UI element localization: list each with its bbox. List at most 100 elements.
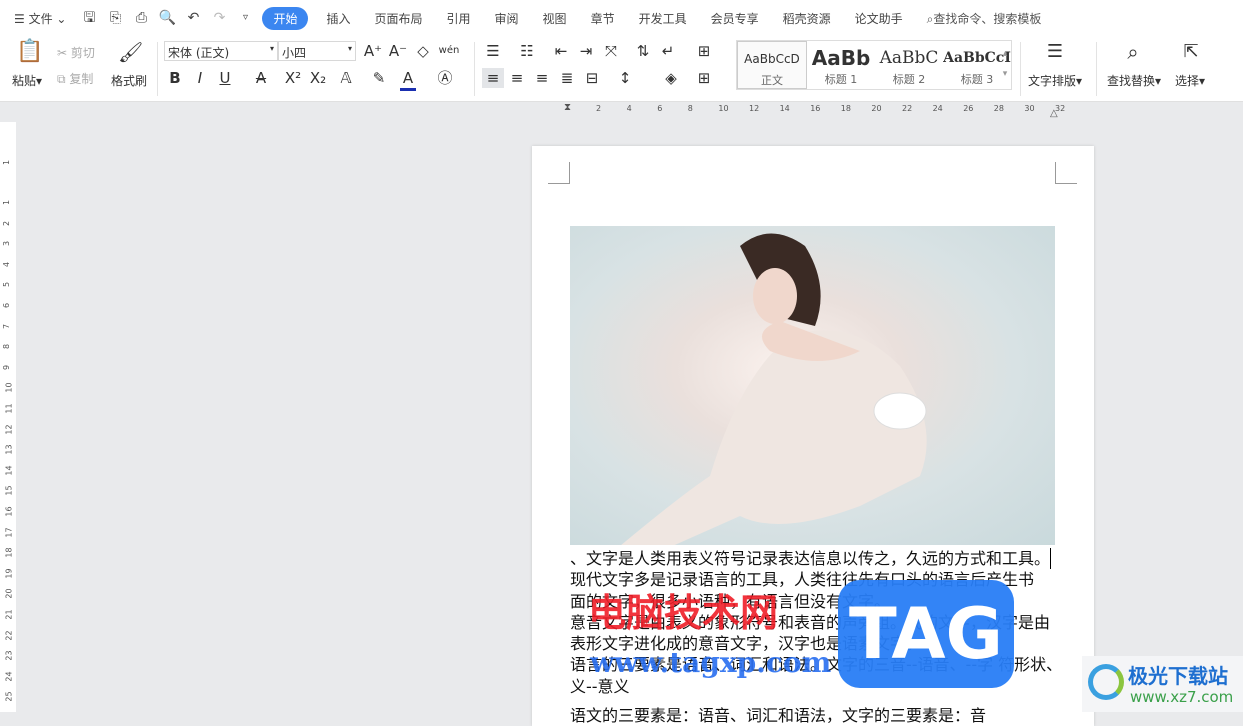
copy-button[interactable]: ⧉ 复制: [57, 70, 93, 87]
strikethrough-icon[interactable]: A: [250, 68, 272, 88]
ribbon: 📋 粘贴▾ ✂ 剪切 ⧉ 复制 🖌 格式刷 宋体 (正文) ▾ 小四 ▾ A⁺ A⁻…: [0, 36, 1243, 102]
divider: [157, 42, 158, 96]
justify-icon[interactable]: ≣: [556, 68, 578, 88]
tab-member[interactable]: 会员专享: [711, 10, 759, 27]
char-border-icon[interactable]: Ⓐ: [434, 68, 456, 88]
clear-format-icon[interactable]: ◇: [412, 41, 434, 61]
redo-icon[interactable]: ↷: [210, 9, 228, 27]
tabs-ruler-icon[interactable]: ⊞: [693, 41, 715, 61]
ruler-tick-label: 20: [871, 104, 882, 113]
divider: [1096, 42, 1097, 96]
ruler-tick-label: 6: [657, 104, 663, 113]
tab-page-layout[interactable]: 页面布局: [375, 10, 423, 27]
ruler-tick-label: 3: [2, 241, 12, 247]
text-effect-icon[interactable]: 𝔸: [335, 68, 357, 88]
font-select[interactable]: 宋体 (正文) ▾: [164, 41, 278, 61]
format-painter-icon[interactable]: 🖌: [118, 42, 143, 62]
highlight-icon[interactable]: ✎: [368, 68, 390, 88]
inserted-photo[interactable]: [570, 226, 1055, 545]
ruler-tick-label: 10: [718, 104, 729, 113]
distribute-icon[interactable]: ⊟: [581, 68, 603, 88]
shading-icon[interactable]: ◈: [660, 68, 682, 88]
ruler-tick-label: 5: [2, 282, 12, 288]
text-direction-icon[interactable]: ⤧: [600, 41, 622, 61]
command-search[interactable]: ⌕查找命令、搜索模板: [927, 10, 1042, 27]
tab-review[interactable]: 审阅: [495, 10, 519, 27]
tab-chapter[interactable]: 章节: [591, 10, 615, 27]
numbering-icon[interactable]: ☷: [516, 41, 538, 61]
ruler-tick-label: 25: [4, 691, 14, 702]
grow-font-icon[interactable]: A⁺: [362, 41, 384, 61]
style-normal[interactable]: AaBbCcD 正文: [737, 41, 807, 89]
cut-button[interactable]: ✂ 剪切: [57, 44, 95, 61]
find-replace-button[interactable]: 查找替换▾: [1107, 72, 1161, 89]
ruler-tick-label: 1: [2, 199, 12, 206]
select-button[interactable]: 选择▾: [1175, 72, 1205, 89]
superscript-icon[interactable]: X²: [282, 68, 304, 88]
tab-view[interactable]: 视图: [543, 10, 567, 27]
sort-icon[interactable]: ⇅: [632, 41, 654, 61]
paste-button[interactable]: 粘贴▾: [12, 72, 42, 89]
increase-indent-icon[interactable]: ⇥: [575, 41, 597, 61]
ruler-tick-label: 16: [4, 506, 14, 517]
decrease-indent-icon[interactable]: ⇤: [550, 41, 572, 61]
font-size-select[interactable]: 小四 ▾: [278, 41, 356, 61]
margin-corner: [1055, 162, 1077, 184]
watermark-tag-logo: TAG: [838, 580, 1014, 688]
paragraph-line: 、文字是人类用表义符号记录表达信息以传之，久远的方式和工具。: [570, 548, 1052, 570]
italic-icon[interactable]: I: [189, 68, 211, 88]
paste-icon[interactable]: 📋: [16, 41, 43, 63]
customize-icon[interactable]: ▿: [236, 9, 254, 27]
styles-scroll-icon[interactable]: ▴ ▾: [994, 44, 1016, 84]
ruler-tick-label: 24: [4, 671, 14, 682]
tab-insert[interactable]: 插入: [326, 10, 350, 27]
bullets-icon[interactable]: ☰: [482, 41, 504, 61]
underline-icon[interactable]: U: [214, 68, 236, 88]
margin-corner: [548, 162, 570, 184]
font-color-icon[interactable]: A: [400, 68, 416, 91]
ruler-tick-label: 20: [4, 588, 14, 599]
phonetic-guide-icon[interactable]: wén: [438, 41, 460, 61]
print-icon[interactable]: ⎙: [132, 9, 150, 27]
ruler-tick-label: 13: [4, 444, 14, 455]
line-spacing-icon[interactable]: ↕: [614, 68, 636, 88]
indent-marker-icon[interactable]: ⧗: [564, 102, 571, 113]
bold-icon[interactable]: B: [164, 68, 186, 88]
find-icon[interactable]: ⌕: [1122, 42, 1144, 62]
export-pdf-icon[interactable]: ⎘: [106, 9, 124, 27]
line-break-icon[interactable]: ↵: [657, 41, 679, 61]
tab-developer[interactable]: 开发工具: [639, 10, 687, 27]
tab-thesis[interactable]: 论文助手: [855, 10, 903, 27]
style-heading-2[interactable]: AaBbC 标题 2: [875, 41, 943, 89]
file-menu[interactable]: ☰ 文件 ⌄: [14, 10, 66, 27]
align-left-icon[interactable]: ≡: [482, 68, 504, 88]
site-logo-url: www.xz7.com: [1130, 688, 1234, 706]
tab-start[interactable]: 开始: [262, 6, 309, 30]
undo-icon[interactable]: ↶: [184, 9, 202, 27]
save-icon[interactable]: 🖫: [80, 9, 98, 27]
ruler-tick-label: 10: [4, 382, 14, 393]
ruler-tick-label: 21: [4, 609, 14, 620]
select-cursor-icon[interactable]: ⇱: [1180, 42, 1202, 62]
print-preview-icon[interactable]: 🔍: [158, 9, 176, 27]
format-painter-button[interactable]: 格式刷: [111, 72, 147, 89]
search-placeholder: 查找命令、搜索模板: [933, 11, 1042, 26]
paragraph-line: 语文的三要素是：语音、词汇和语法，文字的三要素是：音: [570, 706, 987, 726]
photo-figure: [621, 233, 927, 545]
divider: [474, 42, 475, 96]
tab-docer[interactable]: 稻壳资源: [783, 10, 831, 27]
ruler-tick-label: 28: [993, 104, 1004, 113]
site-logo: 极光下载站 www.xz7.com: [1082, 656, 1243, 712]
shrink-font-icon[interactable]: A⁻: [387, 41, 409, 61]
divider: [1020, 42, 1021, 96]
align-center-icon[interactable]: ≡: [506, 68, 528, 88]
subscript-icon[interactable]: X₂: [307, 68, 329, 88]
vertical-ruler[interactable]: 1 1 2 3 4 5 6 7 8 9 10 11 12 13 14 15 16 17 18 19 20 21 22 23 24…: [0, 122, 16, 712]
tab-references[interactable]: 引用: [447, 10, 471, 27]
text-layout-icon[interactable]: ☰: [1044, 42, 1066, 62]
style-heading-1[interactable]: AaBb 标题 1: [807, 41, 875, 89]
text-layout-button[interactable]: 文字排版▾: [1028, 72, 1082, 89]
align-right-icon[interactable]: ≡: [531, 68, 553, 88]
horizontal-ruler[interactable]: ⧗ △ 2 4 6 8 10 12 14 16 18 20 22 24 26 28 30 32: [540, 102, 1090, 122]
borders-icon[interactable]: ⊞: [693, 68, 715, 88]
